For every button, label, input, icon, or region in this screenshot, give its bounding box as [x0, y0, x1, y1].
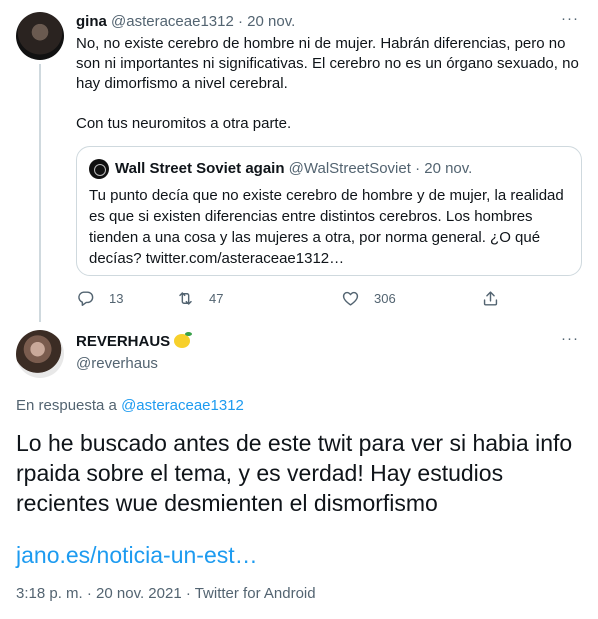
tweet-header: gina @asteraceae1312 · 20 nov.	[76, 12, 295, 32]
heart-icon	[342, 291, 359, 306]
reply-handle-link[interactable]: @asteraceae1312	[121, 397, 244, 414]
user-handle[interactable]: @asteraceae1312	[111, 13, 234, 30]
avatar[interactable]	[16, 12, 64, 60]
quoted-text: Tu punto decía que no existe cerebro de …	[89, 187, 564, 267]
display-name[interactable]: gina	[76, 13, 107, 30]
focused-tweet: REVERHAUS @reverhaus ··· En respuesta a …	[0, 318, 598, 619]
reply-icon	[78, 290, 94, 306]
article-link[interactable]: jano.es/noticia-un-est…	[16, 540, 258, 570]
reply-context: En respuesta a @asteraceae1312	[16, 396, 244, 416]
tweet-text: Lo he buscado antes de este twit para ve…	[16, 430, 573, 516]
retweet-count: 47	[209, 290, 224, 306]
thread-line	[39, 64, 41, 322]
quoted-display-name: Wall Street Soviet again	[115, 160, 285, 177]
lemon-icon	[174, 332, 193, 348]
retweet-button[interactable]: 47	[176, 286, 223, 310]
display-name-row[interactable]: REVERHAUS	[76, 332, 193, 352]
more-options-icon[interactable]: ···	[560, 331, 580, 352]
separator: ·	[238, 13, 243, 30]
quoted-handle: @WalStreetSoviet	[288, 160, 411, 177]
quoted-date: 20 nov.	[424, 160, 473, 177]
tweet-paragraph: No, no existe cerebro de hombre ni de mu…	[76, 35, 579, 92]
quoted-tweet[interactable]: Wall Street Soviet again @WalStreetSovie…	[76, 146, 582, 276]
reply-button[interactable]: 13	[76, 286, 123, 310]
display-name[interactable]: REVERHAUS	[76, 333, 170, 350]
separator: ·	[415, 160, 421, 177]
user-handle[interactable]: @reverhaus	[76, 354, 158, 374]
tweet-date[interactable]: 20 nov.	[247, 13, 295, 30]
reply-count: 13	[109, 290, 124, 306]
more-options-icon[interactable]: ···	[560, 11, 580, 32]
retweet-icon	[179, 291, 192, 305]
quoted-avatar	[89, 159, 109, 179]
quoted-header: Wall Street Soviet again @WalStreetSovie…	[115, 159, 472, 179]
tweet-paragraph: Con tus neuromitos a otra parte.	[76, 115, 292, 132]
tweet-text: No, no existe cerebro de hombre ni de mu…	[76, 34, 586, 134]
avatar[interactable]	[16, 330, 64, 378]
tweet-actions: 13 47 306	[76, 286, 506, 310]
share-icon	[483, 290, 498, 306]
tweet-meta[interactable]: 3:18 p. m. · 20 nov. 2021 · Twitter for …	[16, 584, 316, 604]
like-button[interactable]: 306	[341, 286, 396, 310]
reply-prefix: En respuesta a	[16, 397, 117, 414]
share-button[interactable]	[481, 286, 514, 310]
like-count: 306	[374, 290, 396, 306]
parent-tweet[interactable]: gina @asteraceae1312 · 20 nov. ··· No, n…	[0, 0, 598, 322]
